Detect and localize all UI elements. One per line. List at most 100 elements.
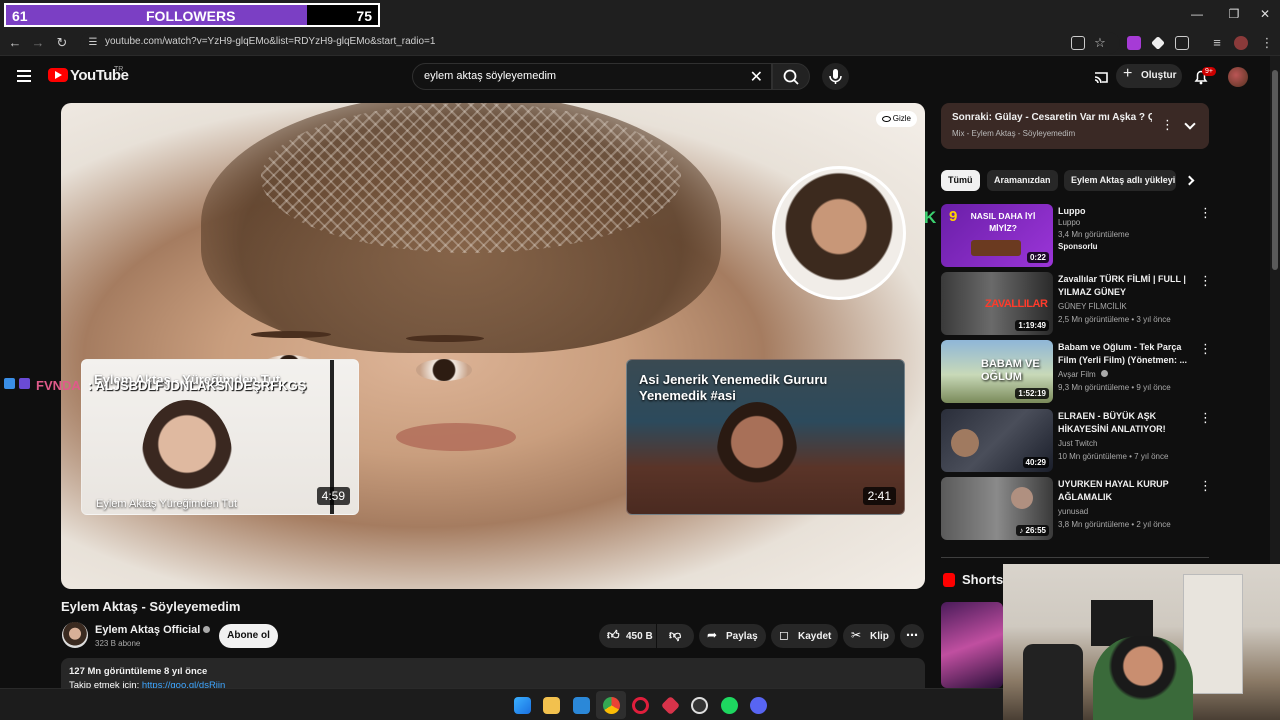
install-app-icon[interactable] (1071, 36, 1085, 50)
bookmark-star-icon[interactable]: ☆ (1091, 34, 1109, 52)
scrollbar-thumb[interactable] (1272, 70, 1278, 270)
menu-hamburger-icon[interactable] (17, 70, 31, 82)
extension-purple-icon[interactable] (1127, 36, 1141, 50)
chat-badge-icon (19, 378, 30, 389)
chip-uploader[interactable]: Eylem Aktaş adlı yükleyi (1064, 170, 1176, 191)
follower-count: 61 (12, 8, 28, 24)
more-actions-button[interactable]: ⋯ (900, 624, 924, 648)
more-vertical-icon[interactable] (1199, 273, 1212, 289)
window-titlebar: 61 FOLLOWERS 75 — ❐ ✕ (0, 0, 1280, 30)
reading-list-icon[interactable]: ≡ (1208, 34, 1226, 52)
channel-avatar[interactable] (62, 622, 88, 648)
more-vertical-icon[interactable] (1199, 478, 1212, 494)
spotify-icon[interactable] (721, 697, 738, 714)
up-next-mix-panel[interactable]: Sonraki: Gülay - Cesaretin Var mı Aşka ?… (941, 103, 1209, 149)
video-frame-eye (416, 359, 472, 381)
chrome-icon[interactable] (603, 697, 620, 714)
recommendation-meta: 3,8 Mn görüntüleme • 2 yıl önce (1058, 520, 1171, 529)
mail-icon[interactable] (573, 697, 590, 714)
recommendation-item[interactable]: ♪ 26:55 UYURKEN HAYAL KURUP AĞLAMALIK yu… (941, 477, 1212, 541)
more-vertical-icon[interactable] (1199, 205, 1212, 221)
reload-icon[interactable]: ↻ (53, 34, 71, 52)
recommendation-item[interactable]: BABAM VE OĞLUM 1:52:19 Babam ve Oğlum - … (941, 340, 1212, 404)
app-red-icon[interactable] (660, 695, 681, 716)
recommendation-thumbnail[interactable]: 40:29 (941, 409, 1053, 472)
obs-icon[interactable] (691, 697, 708, 714)
recommendation-item[interactable]: 40:29 ELRAEN - BÜYÜK AŞK HİKAYESİNİ ANLA… (941, 409, 1212, 473)
duration-badge: 1:19:49 (1015, 320, 1049, 331)
recommendation-channel: Avşar Film (1058, 369, 1198, 381)
hide-label: Gizle (892, 114, 911, 123)
restore-icon[interactable]: ❐ (1226, 6, 1242, 22)
video-frame-brow (251, 331, 331, 338)
opera-gx-icon[interactable] (632, 697, 649, 714)
chip-all[interactable]: Tümü (941, 170, 980, 191)
minimize-icon[interactable]: — (1189, 6, 1205, 22)
chevron-right-icon[interactable] (1184, 175, 1195, 186)
back-icon[interactable]: ← (6, 34, 24, 52)
video-title: Eylem Aktaş - Söyleyemedim (61, 599, 241, 614)
voice-search-button[interactable] (822, 63, 849, 90)
recommendation-item[interactable]: 9 NASIL DAHA İYİ MİYİZ? 0:22 Luppo Luppo… (941, 204, 1212, 268)
recommendation-title: UYURKEN HAYAL KURUP AĞLAMALIK (1058, 479, 1169, 502)
cast-icon[interactable] (1092, 68, 1110, 86)
dislike-button[interactable]: 👎︎ (657, 624, 694, 648)
subscribe-button[interactable]: Abone ol (219, 624, 278, 648)
recommendation-thumbnail[interactable]: ZAVALLILAR 1:19:49 (941, 272, 1053, 335)
chat-message-text: : ALJSBDLFJDNLAKSNDEŞRFKGŞ (88, 378, 307, 393)
recommendation-channel: GÜNEY FİLMCİLİK (1058, 302, 1127, 311)
thumb-face (1011, 487, 1033, 509)
like-button[interactable]: 👍︎ 450 B (599, 624, 656, 648)
recommendation-thumbnail[interactable]: 9 NASIL DAHA İYİ MİYİZ? 0:22 (941, 204, 1053, 267)
file-explorer-icon[interactable] (543, 697, 560, 714)
shorts-thumbnail[interactable] (941, 602, 1003, 688)
search-input[interactable]: eylem aktaş söyleyemedim ✕ (412, 63, 772, 90)
microphone-icon (829, 69, 842, 84)
recommendation-title: Zavallılar TÜRK FİLMİ | FULL | YILMAZ GÜ… (1058, 274, 1186, 297)
video-player[interactable]: Gizle Eylem Aktaş - Yüreğimden Tut Eylem… (61, 103, 925, 589)
view-count-date: 127 Mn görüntüleme 8 yıl önce (69, 666, 208, 677)
channel-name-text: Eylem Aktaş Official (95, 624, 201, 636)
shorts-icon (943, 573, 955, 587)
close-icon[interactable]: ✕ (1257, 6, 1273, 22)
chip-from-search[interactable]: Aramanızdan (987, 170, 1058, 191)
account-avatar[interactable] (1228, 67, 1248, 87)
webcam-microphone (1023, 644, 1083, 720)
recommendation-channel: yunusad (1058, 507, 1089, 516)
recommendation-thumbnail[interactable]: BABAM VE OĞLUM 1:52:19 (941, 340, 1053, 403)
recommendation-thumbnail[interactable]: ♪ 26:55 (941, 477, 1053, 540)
clip-button[interactable]: ✂ Klip (843, 624, 895, 648)
extensions-puzzle-icon[interactable] (1175, 36, 1189, 50)
endscreen-channel-avatar[interactable] (772, 166, 906, 300)
share-button[interactable]: ➦ Paylaş (699, 624, 766, 648)
notification-badge: 9+ (1202, 67, 1216, 76)
share-label: Paylaş (726, 631, 758, 642)
address-bar[interactable]: ☰ youtube.com/watch?v=YzH9-glqEMo&list=R… (80, 32, 1120, 54)
video-frame-brow (406, 335, 484, 342)
thumb-face (951, 429, 979, 457)
youtube-logo-icon[interactable] (48, 68, 68, 82)
recommendation-item[interactable]: ZAVALLILAR 1:19:49 Zavallılar TÜRK FİLMİ… (941, 272, 1212, 336)
hide-endcards-button[interactable]: Gizle (875, 111, 917, 127)
more-vertical-icon[interactable] (1199, 410, 1212, 426)
discord-icon[interactable] (750, 697, 767, 714)
more-vertical-icon[interactable] (1161, 117, 1174, 133)
extension-diamond-icon[interactable] (1151, 36, 1165, 50)
like-count: 450 B (626, 631, 653, 642)
profile-avatar-icon[interactable] (1234, 36, 1248, 50)
endscreen-video-card[interactable]: Asi Jenerik Yenemedik Gururu Yenemedik #… (626, 359, 905, 515)
forward-icon[interactable]: → (29, 34, 47, 52)
clear-search-icon[interactable]: ✕ (750, 67, 763, 87)
site-info-icon[interactable]: ☰ (84, 34, 102, 52)
browser-menu-icon[interactable]: ⋮ (1258, 34, 1276, 52)
thumbnail-face (717, 402, 797, 502)
more-vertical-icon[interactable] (1199, 341, 1212, 357)
stream-chat-message: FVNDA : ALJSBDLFJDNLAKSNDEŞRFKGŞ (0, 376, 380, 394)
create-button[interactable]: + Oluştur (1116, 64, 1182, 88)
search-button[interactable] (772, 63, 810, 90)
windows-start-icon[interactable] (514, 697, 531, 714)
channel-name[interactable]: Eylem Aktaş Official (95, 624, 211, 636)
verified-icon (1100, 370, 1108, 377)
save-button[interactable]: ◻ Kaydet (771, 624, 838, 648)
share-arrow-icon: ➦ (707, 628, 718, 642)
